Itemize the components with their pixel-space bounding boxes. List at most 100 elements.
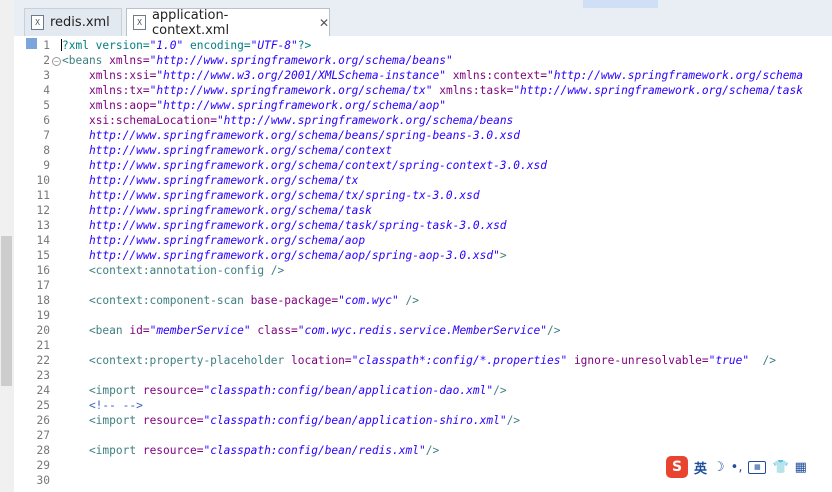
code-token: "com.wyc"	[338, 294, 399, 307]
xml-editor[interactable]: 1 ?xml version="1.0" encoding="UTF-8"?> 2–…	[14, 36, 832, 492]
user-icon[interactable]: 👕	[772, 460, 788, 475]
code-token: "http://www.springframework.org/schema/a…	[156, 99, 446, 112]
line-number: 13	[36, 219, 50, 232]
code-token: resource=	[142, 414, 204, 427]
code-token: "com.wyc.redis.service.MemberService"	[297, 324, 548, 337]
code-token: "http://www.springframework.org/schema/t…	[149, 84, 433, 97]
code-line[interactable]: 8 http://www.springframework.org/schema/…	[14, 143, 832, 158]
code-line[interactable]: 24 <import resource="classpath:config/be…	[14, 383, 832, 398]
code-text: http://www.springframework.org/schema/ao…	[62, 248, 507, 263]
code-text: http://www.springframework.org/schema/co…	[62, 158, 547, 173]
code-line[interactable]: 21	[14, 338, 832, 353]
ime-mode[interactable]: 英	[694, 458, 707, 477]
grid-icon[interactable]: ▦	[795, 460, 807, 475]
code-token: "memberService"	[149, 324, 251, 337]
line-number: 18	[36, 294, 50, 307]
line-number: 6	[43, 114, 50, 127]
code-line[interactable]: 25 <!-- -->	[14, 398, 832, 413]
code-token: <context:component-scan	[62, 294, 251, 307]
code-token: <import	[62, 444, 143, 457]
moon-icon[interactable]: ☽	[713, 460, 725, 475]
code-line[interactable]: 17	[14, 278, 832, 293]
code-line[interactable]: 26 <import resource="classpath:config/be…	[14, 413, 832, 428]
tab-redis-xml[interactable]: X redis.xml	[24, 8, 122, 36]
code-token: xmlns:tx=	[88, 84, 150, 97]
line-number: 30	[36, 474, 50, 487]
code-line[interactable]: 1 ?xml version="1.0" encoding="UTF-8"?>	[14, 38, 832, 53]
code-line[interactable]: 22 <context:property-placeholder locatio…	[14, 353, 832, 368]
code-line[interactable]: 3 xmlns:xsi="http://www.w3.org/2001/XMLS…	[14, 68, 832, 83]
code-line[interactable]: 5 xmlns:aop="http://www.springframework.…	[14, 98, 832, 113]
code-line[interactable]: 2– <beans xmlns="http://www.springframewo…	[14, 53, 832, 68]
line-number: 27	[36, 429, 50, 442]
code-line[interactable]: 18 <context:component-scan base-package=…	[14, 293, 832, 308]
code-token: "http://www.springframework.org/schema/t…	[513, 84, 803, 97]
code-token: encoding=	[183, 39, 251, 52]
code-line[interactable]: 19	[14, 308, 832, 323]
line-number: 20	[36, 324, 50, 337]
code-token: xmlns:xsi=	[88, 69, 157, 82]
line-number: 28	[36, 444, 50, 457]
code-token: xsi:schemaLocation=	[88, 114, 217, 127]
code-line[interactable]: 10 http://www.springframework.org/schema…	[14, 173, 832, 188]
code-line[interactable]: 27	[14, 428, 832, 443]
code-token: <!-- -->	[62, 399, 143, 412]
code-token: "http://www.springframework.org/schema/b…	[216, 114, 514, 127]
keyboard-icon[interactable]: ▦	[748, 460, 767, 474]
left-scrollbar[interactable]	[0, 0, 15, 492]
code-line[interactable]: 14 http://www.springframework.org/schema…	[14, 233, 832, 248]
code-line[interactable]: 6 xsi:schemaLocation="http://www.springf…	[14, 113, 832, 128]
code-token: <bean	[62, 324, 130, 337]
fold-toggle-icon[interactable]: –	[52, 57, 61, 66]
code-token: base-package=	[250, 294, 339, 307]
code-token: "classpath:config/bean/application-dao.x…	[203, 384, 494, 397]
line-number: 8	[43, 144, 50, 157]
code-line[interactable]: 16 <context:annotation-config />	[14, 263, 832, 278]
code-line[interactable]: 7 http://www.springframework.org/schema/…	[14, 128, 832, 143]
close-icon[interactable]: ✕	[319, 16, 329, 30]
code-token: "1.0"	[149, 39, 184, 52]
line-number: 19	[36, 309, 50, 322]
punctuation-icon[interactable]: •,	[731, 460, 743, 475]
line-number: 7	[43, 129, 50, 142]
line-number: 16	[36, 264, 50, 277]
line-number: 17	[36, 279, 50, 292]
tab-bar-highlight	[583, 0, 658, 8]
xml-file-icon: X	[31, 15, 44, 30]
code-line[interactable]: 4 xmlns:tx="http://www.springframework.o…	[14, 83, 832, 98]
code-line[interactable]: 20 <bean id="memberService" class="com.w…	[14, 323, 832, 338]
scrollbar-thumb[interactable]	[1, 236, 12, 386]
code-line[interactable]: 13 http://www.springframework.org/schema…	[14, 218, 832, 233]
code-line[interactable]: 15 http://www.springframework.org/schema…	[14, 248, 832, 263]
sogou-logo-icon[interactable]: S	[666, 456, 688, 478]
code-text: xmlns:xsi="http://www.w3.org/2001/XMLSch…	[62, 68, 803, 83]
code-line[interactable]: 9 http://www.springframework.org/schema/…	[14, 158, 832, 173]
code-token: <context:annotation-config />	[62, 264, 285, 277]
xml-file-icon: X	[133, 15, 146, 30]
code-token: />	[398, 294, 419, 307]
code-token: />	[506, 414, 521, 427]
code-token: resource=	[142, 444, 204, 457]
code-line[interactable]: 23	[14, 368, 832, 383]
tab-application-context-xml[interactable]: X application-context.xml ✕	[126, 8, 330, 38]
code-text: xmlns:tx="http://www.springframework.org…	[62, 83, 803, 98]
code-token: xmlns:aop=	[88, 99, 157, 112]
code-line[interactable]: 11 http://www.springframework.org/schema…	[14, 188, 832, 203]
code-text: http://www.springframework.org/schema/co…	[62, 143, 392, 158]
code-token: />	[493, 384, 507, 397]
line-number: 4	[43, 84, 50, 97]
code-token: http://www.springframework.org/schema/ta…	[62, 204, 372, 217]
code-token: "true"	[708, 354, 750, 367]
code-text: http://www.springframework.org/schema/ao…	[62, 233, 365, 248]
code-token: "http://www.springframework.org/schema/b…	[149, 54, 453, 67]
code-token: http://www.springframework.org/schema/ta…	[62, 219, 507, 232]
code-token: "classpath*:config/*.properties"	[351, 354, 568, 367]
code-token: "classpath:config/bean/redis.xml"	[203, 444, 426, 457]
line-number: 10	[36, 174, 50, 187]
code-line[interactable]: 12 http://www.springframework.org/schema…	[14, 203, 832, 218]
code-token: id=	[129, 324, 150, 337]
code-text: <import resource="classpath:config/bean/…	[62, 443, 439, 458]
line-number: 14	[36, 234, 50, 247]
